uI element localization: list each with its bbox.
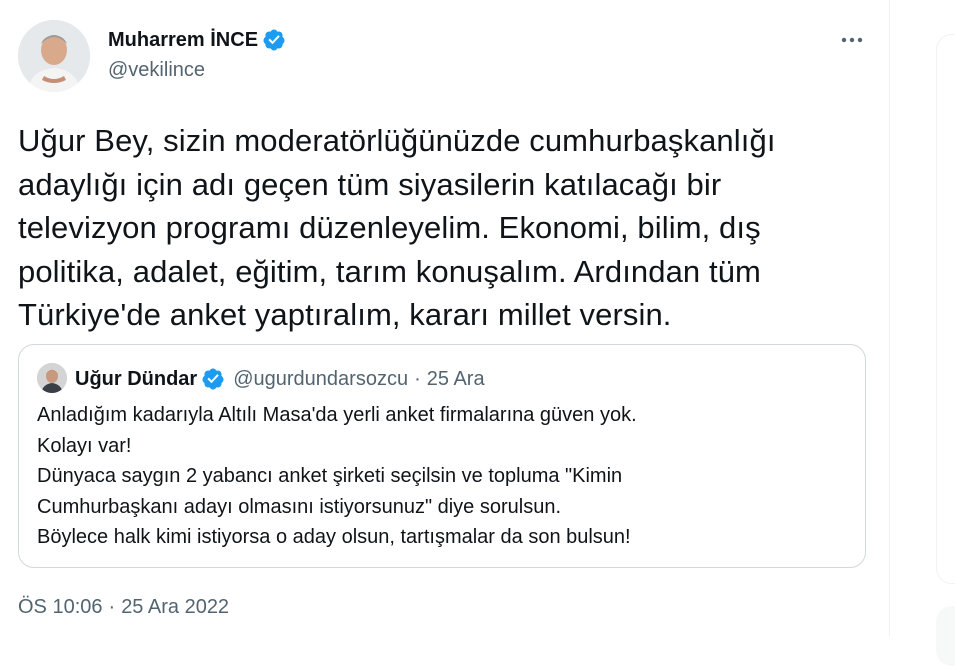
- more-dots-icon: [841, 37, 863, 43]
- timestamp-separator: ·: [108, 596, 116, 618]
- quoted-date: 25 Ara: [426, 368, 485, 390]
- tweet-timestamp: ÖS 10:06 · 25 Ara 2022: [18, 594, 229, 620]
- author-name[interactable]: Muharrem İNCE: [108, 28, 286, 52]
- tweet-article: Muharrem İNCE @vekilince Uğur Bey, sizin…: [0, 0, 890, 636]
- sidebar-search-panel: [936, 606, 955, 666]
- author-avatar[interactable]: [18, 20, 90, 92]
- quoted-text: Anladığım kadarıyla Altılı Masa'da yerli…: [37, 404, 637, 548]
- tweet-date-link[interactable]: 25 Ara 2022: [121, 594, 229, 620]
- tweet-text: Uğur Bey, sizin moderatörlüğünüzde cumhu…: [18, 123, 776, 332]
- quoted-author-handle: @ugurdundarsozcu: [233, 368, 409, 390]
- quoted-header: Uğur Dündar @ugurdundarsozcu · 25 Ara: [75, 366, 485, 392]
- quoted-author-avatar: [37, 363, 67, 393]
- author-handle[interactable]: @vekilince: [108, 58, 205, 82]
- verified-badge-icon: [201, 367, 225, 391]
- tweet-time-link[interactable]: ÖS 10:06: [18, 594, 103, 620]
- verified-badge-icon: [262, 28, 286, 52]
- more-options-button[interactable]: [836, 26, 868, 54]
- quoted-tweet[interactable]: Uğur Dündar @ugurdundarsozcu · 25 Ara An…: [18, 344, 866, 568]
- sidebar-panel: [936, 34, 955, 584]
- author-name-text: Muharrem İNCE: [108, 29, 259, 51]
- quoted-author-name: Uğur Dündar: [75, 368, 198, 390]
- quoted-separator: ·: [414, 368, 421, 390]
